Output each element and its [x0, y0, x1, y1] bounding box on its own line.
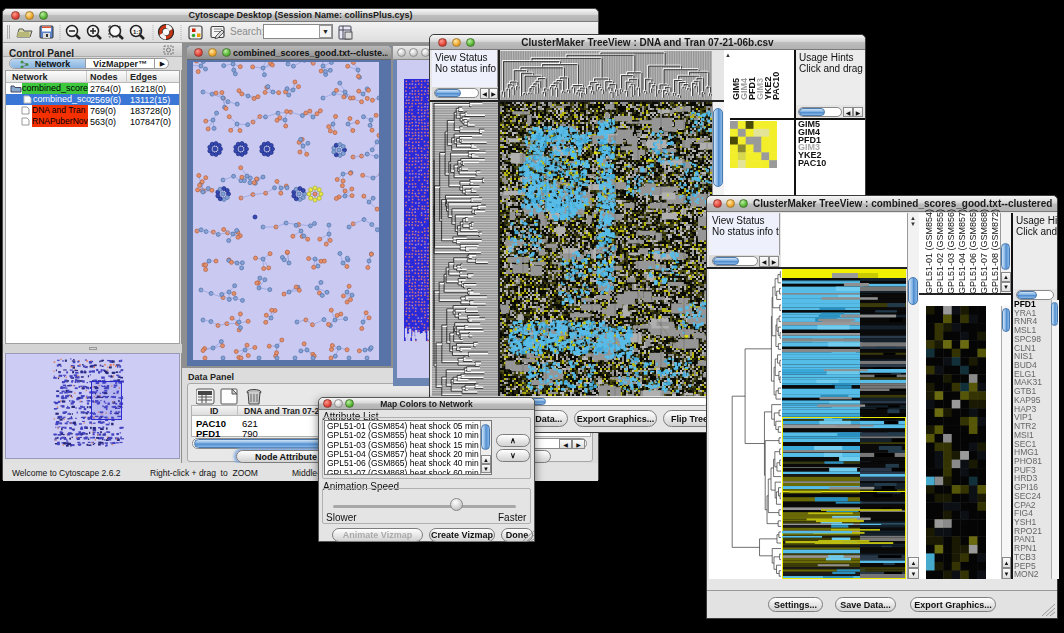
svg-text:1:1: 1:1 [133, 29, 142, 35]
